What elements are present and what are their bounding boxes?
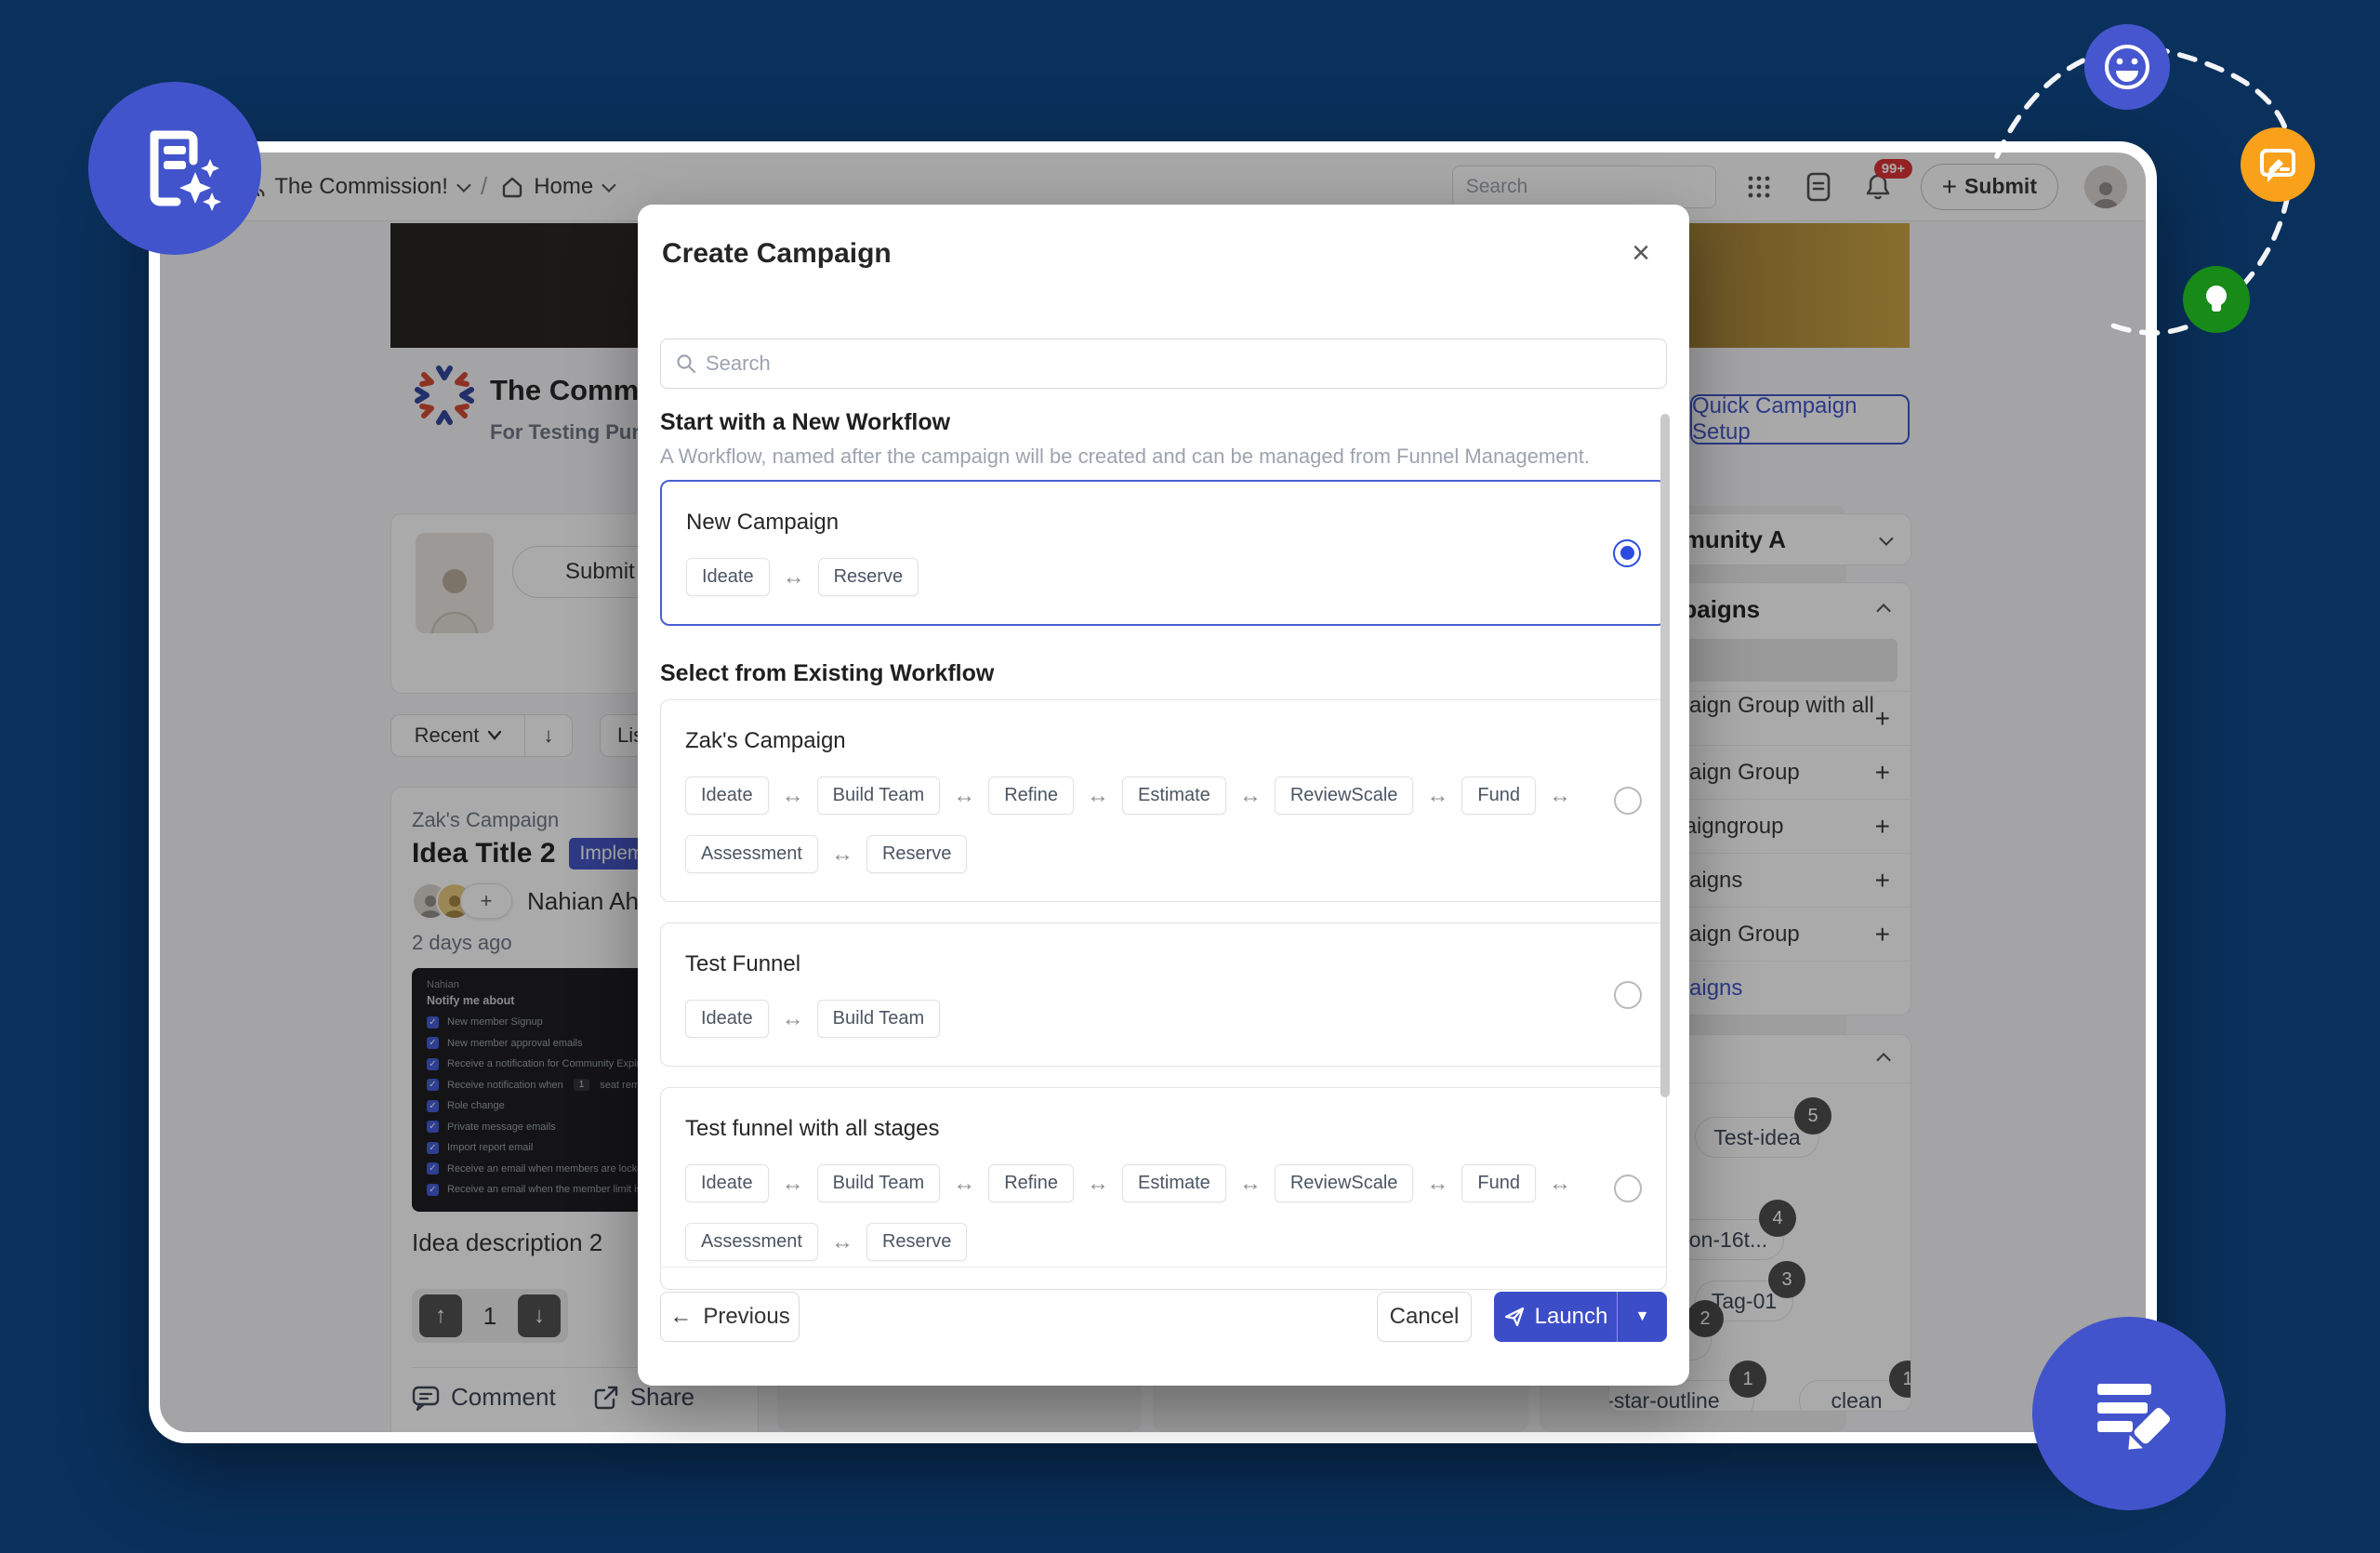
- stage-chip: ReviewScale: [1275, 1164, 1414, 1202]
- bidirectional-arrow-icon: ↔: [1547, 1171, 1573, 1197]
- stage-chip: Ideate: [685, 1000, 769, 1038]
- workflow-name: Test Funnel: [685, 951, 1642, 977]
- stage-chip: Fund: [1461, 776, 1536, 815]
- bidirectional-arrow-icon: ↔: [829, 842, 855, 868]
- modal-title: Create Campaign: [662, 238, 892, 270]
- smiley-icon: [2084, 24, 2170, 110]
- compose-edit-icon: [2032, 1317, 2226, 1510]
- workflow-card[interactable]: Test funnel with all stages Ideate ↔ Build …: [660, 1087, 1667, 1290]
- note-sparkle-icon: [88, 82, 261, 255]
- modal-scrollbar[interactable]: [1660, 414, 1670, 1097]
- workflow-stages: Ideate ↔ Reserve: [686, 558, 1625, 596]
- arrow-left-icon: ←: [669, 1304, 692, 1330]
- bidirectional-arrow-icon: ↔: [1237, 783, 1263, 809]
- bidirectional-arrow-icon: ↔: [780, 1171, 806, 1197]
- stage-chip: Build Team: [817, 776, 941, 815]
- workflow-stages: Ideate ↔ Build Team: [685, 1000, 1624, 1038]
- workflow-name: Test funnel with all stages: [685, 1116, 1642, 1142]
- launch-button[interactable]: Launch: [1494, 1292, 1617, 1342]
- bidirectional-arrow-icon: ↔: [951, 1171, 977, 1197]
- workflow-radio[interactable]: [1614, 981, 1642, 1009]
- cancel-button[interactable]: Cancel: [1377, 1292, 1472, 1342]
- bidirectional-arrow-icon: ↔: [1547, 783, 1573, 809]
- workflow-name: Zak's Campaign: [685, 728, 1642, 754]
- stage-chip: Reserve: [866, 835, 967, 873]
- send-icon: [1503, 1306, 1526, 1328]
- workflow-card[interactable]: Zak's Campaign Ideate ↔ Build Team ↔ Refine ↔ E…: [660, 699, 1667, 902]
- search-icon: [676, 353, 696, 374]
- stage-chip: Fund: [1461, 1164, 1536, 1202]
- stage-chip: Refine: [988, 776, 1074, 815]
- bidirectional-arrow-icon: ↔: [1085, 1171, 1111, 1197]
- lightbulb-icon: [2183, 266, 2250, 333]
- stage-chip: Estimate: [1122, 776, 1226, 815]
- workflow-radio[interactable]: [1613, 539, 1641, 567]
- new-workflow-heading: Start with a New Workflow: [660, 409, 950, 436]
- bidirectional-arrow-icon: ↔: [829, 1229, 855, 1255]
- stage-chip: ReviewScale: [1275, 776, 1414, 815]
- bidirectional-arrow-icon: ↔: [781, 564, 807, 591]
- bidirectional-arrow-icon: ↔: [780, 1006, 806, 1032]
- stage-chip: Build Team: [817, 1164, 941, 1202]
- bidirectional-arrow-icon: ↔: [1085, 783, 1111, 809]
- workflow-stages: Ideate ↔ Build Team ↔ Refine ↔ Estimate ↔ Review…: [685, 1164, 1624, 1261]
- stage-chip: Ideate: [685, 776, 769, 815]
- launch-label: Launch: [1535, 1304, 1608, 1330]
- launch-options-caret[interactable]: ▼: [1617, 1292, 1667, 1342]
- close-icon[interactable]: ×: [1620, 232, 1661, 273]
- workflow-search[interactable]: [660, 338, 1667, 389]
- bidirectional-arrow-icon: ↔: [1424, 1171, 1450, 1197]
- workflow-radio[interactable]: [1614, 1175, 1642, 1202]
- stage-chip: Ideate: [685, 1164, 769, 1202]
- stage-chip: Estimate: [1122, 1164, 1226, 1202]
- stage-chip: Assessment: [685, 835, 818, 873]
- stage-chip: Reserve: [866, 1223, 967, 1261]
- stage-chip: Reserve: [818, 558, 919, 596]
- new-workflow-description: A Workflow, named after the campaign wil…: [660, 445, 1590, 469]
- stage-chip: Ideate: [686, 558, 770, 596]
- bidirectional-arrow-icon: ↔: [951, 783, 977, 809]
- stage-chip: Build Team: [817, 1000, 941, 1038]
- workflow-card[interactable]: Test Funnel Ideate ↔ Build Team: [660, 923, 1667, 1067]
- bidirectional-arrow-icon: ↔: [1424, 783, 1450, 809]
- workflow-name: New Campaign: [686, 510, 1641, 536]
- bidirectional-arrow-icon: ↔: [1237, 1171, 1263, 1197]
- previous-label: Previous: [703, 1304, 789, 1330]
- existing-workflow-heading: Select from Existing Workflow: [660, 660, 994, 687]
- stage-chip: Assessment: [685, 1223, 818, 1261]
- workflow-radio[interactable]: [1614, 787, 1642, 815]
- workflow-search-input[interactable]: [706, 352, 1651, 376]
- bidirectional-arrow-icon: ↔: [780, 783, 806, 809]
- feedback-image-icon: [2241, 127, 2315, 202]
- workflow-card[interactable]: New Campaign Ideate ↔ Reserve: [660, 480, 1667, 626]
- workflow-stages: Ideate ↔ Build Team ↔ Refine ↔ Estimate ↔ Review…: [685, 776, 1624, 873]
- create-campaign-modal: Create Campaign × Start with a New Workf…: [638, 205, 1689, 1386]
- previous-button[interactable]: ← Previous: [660, 1292, 800, 1342]
- stage-chip: Refine: [988, 1164, 1074, 1202]
